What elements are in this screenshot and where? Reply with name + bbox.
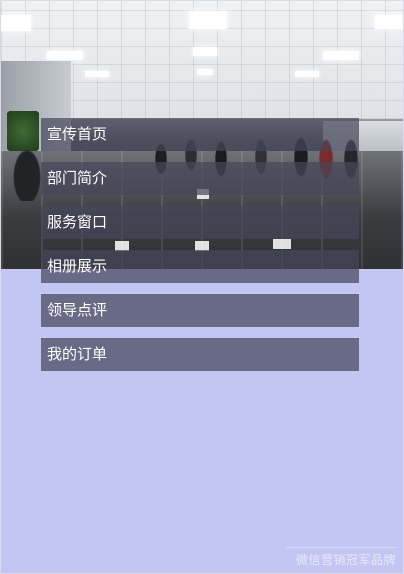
- menu-item-home[interactable]: 宣传首页: [41, 118, 359, 151]
- menu-item-leader-review[interactable]: 领导点评: [41, 294, 359, 327]
- ceiling-light: [375, 15, 403, 29]
- ceiling-light: [323, 51, 359, 60]
- menu-item-department-intro[interactable]: 部门简介: [41, 162, 359, 195]
- ceiling-light: [189, 11, 227, 29]
- menu-item-my-orders[interactable]: 我的订单: [41, 338, 359, 371]
- footer-brand-text: 微信营销冠军品牌: [295, 553, 396, 567]
- footer-divider: [286, 547, 396, 548]
- ceiling-light: [85, 71, 109, 77]
- menu-item-photo-album[interactable]: 相册展示: [41, 250, 359, 283]
- ceiling-light: [1, 15, 31, 31]
- photo-person: [9, 141, 45, 201]
- main-menu: 宣传首页 部门简介 服务窗口 相册展示 领导点评 我的订单: [41, 118, 359, 382]
- ceiling-light: [47, 51, 83, 60]
- ceiling-light: [193, 47, 217, 56]
- ceiling-light: [197, 69, 213, 75]
- ceiling-light: [295, 71, 319, 77]
- menu-item-service-window[interactable]: 服务窗口: [41, 206, 359, 239]
